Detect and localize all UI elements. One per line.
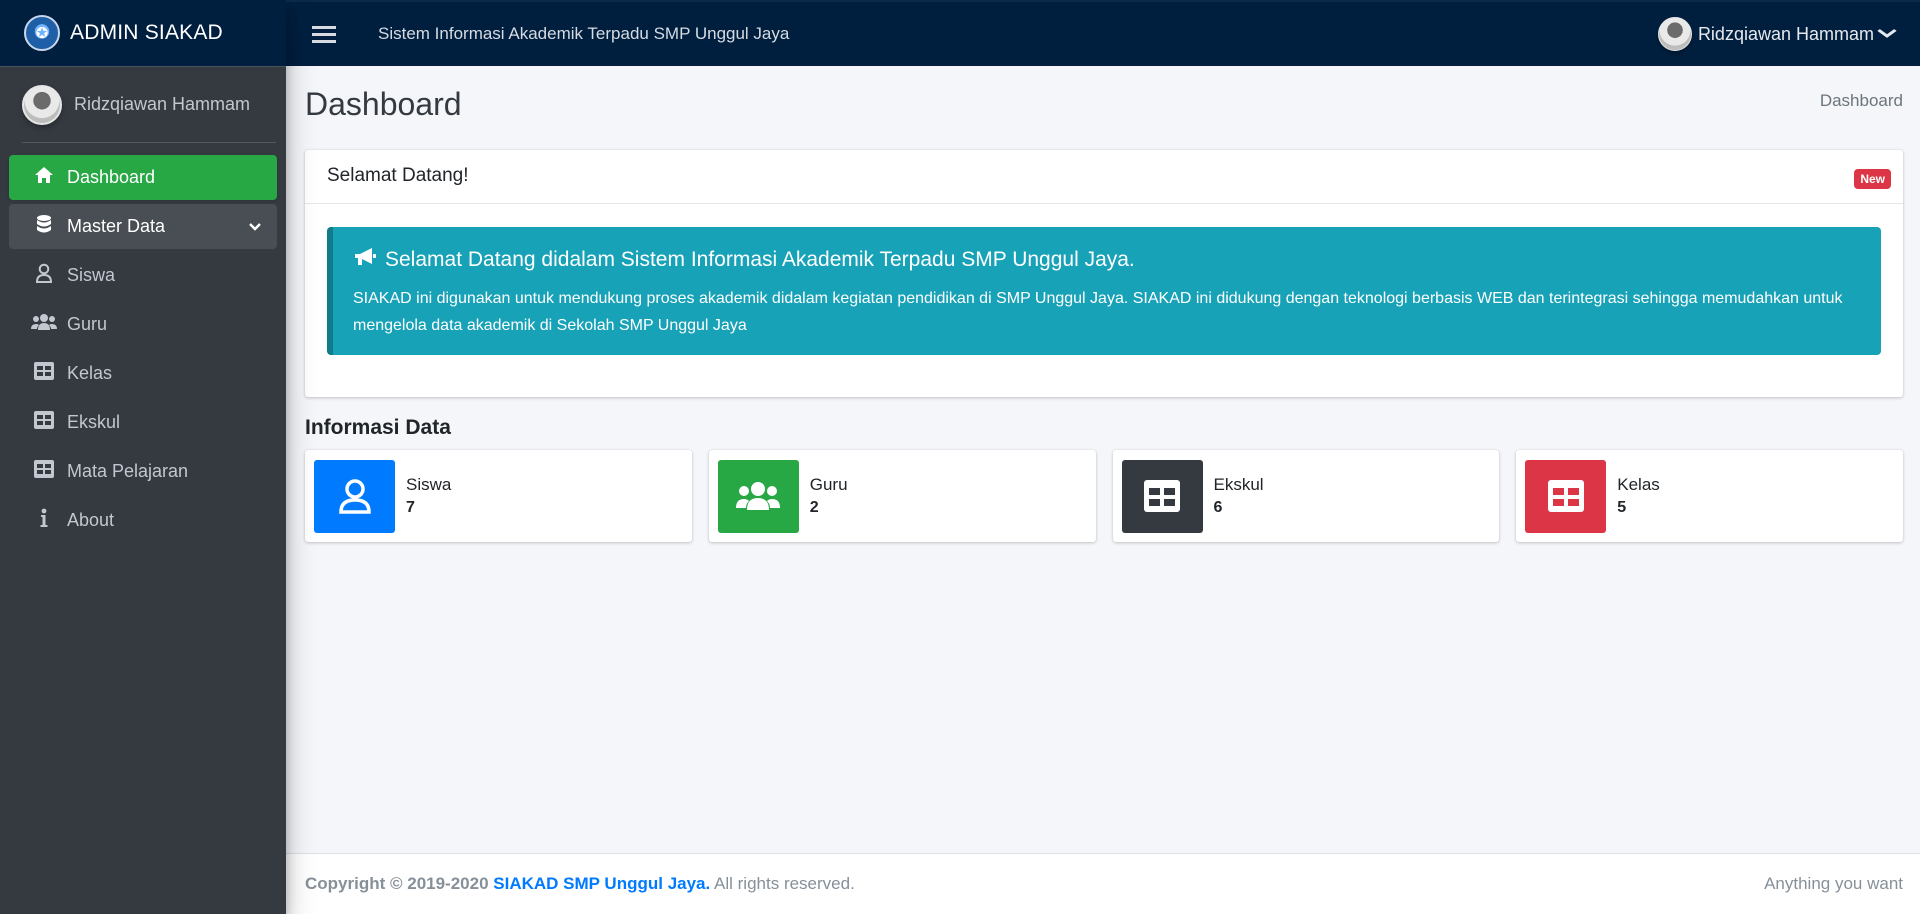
info-box-label: Ekskul bbox=[1213, 475, 1264, 494]
brand-link[interactable]: ✪ ADMIN SIAKAD bbox=[0, 0, 286, 67]
user-icon bbox=[314, 459, 395, 533]
info-box-content: Kelas 5 bbox=[1617, 475, 1660, 517]
top-navbar: Sistem Informasi Akademik Terpadu SMP Un… bbox=[286, 0, 1920, 66]
welcome-card: Selamat Datang! New Selamat Datang didal… bbox=[305, 150, 1903, 397]
callout-heading: Selamat Datang didalam Sistem Informasi … bbox=[385, 248, 1135, 271]
topbar-user-name: Ridzqiawan Hammam bbox=[1697, 23, 1874, 44]
welcome-callout: Selamat Datang didalam Sistem Informasi … bbox=[327, 227, 1881, 355]
info-box-content: Guru 2 bbox=[810, 475, 848, 517]
chevron-down-icon bbox=[249, 218, 261, 236]
table-icon bbox=[1121, 459, 1203, 533]
sidebar-item-about[interactable]: About bbox=[9, 498, 277, 543]
table-icon bbox=[31, 361, 57, 386]
app-title: Sistem Informasi Akademik Terpadu SMP Un… bbox=[378, 24, 790, 43]
sidebar-item-label: Siswa bbox=[67, 265, 116, 285]
info-box-content: Siswa 7 bbox=[406, 475, 451, 517]
table-icon bbox=[31, 410, 57, 435]
info-box-label: Siswa bbox=[406, 475, 452, 494]
sidebar-item-mata-pelajaran[interactable]: Mata Pelajaran bbox=[9, 449, 277, 494]
main-footer: Copyright © 2019-2020 SIAKAD SMP Unggul … bbox=[286, 853, 1920, 914]
users-icon bbox=[31, 313, 57, 337]
footer-copyright-text: Copyright © 2019-2020 bbox=[305, 874, 489, 893]
avatar bbox=[1657, 17, 1692, 51]
info-section-title: Informasi Data bbox=[305, 416, 451, 439]
sidebar-item-label: Dashboard bbox=[67, 167, 156, 187]
sidebar-item-label: Mata Pelajaran bbox=[67, 461, 189, 481]
breadcrumb[interactable]: Dashboard bbox=[1820, 91, 1903, 111]
user-icon bbox=[31, 263, 57, 289]
sidebar-item-siswa[interactable]: Siswa bbox=[9, 253, 277, 298]
new-badge: New bbox=[1854, 169, 1891, 189]
brand-logo-icon: ✪ bbox=[24, 15, 60, 51]
callout-title: Selamat Datang didalam Sistem Informasi … bbox=[353, 247, 1861, 273]
sidebar-item-kelas[interactable]: Kelas bbox=[9, 351, 277, 396]
sidebar-item-label: About bbox=[67, 510, 115, 530]
menu-toggle-icon[interactable] bbox=[312, 22, 336, 47]
info-box-number: 2 bbox=[809, 499, 819, 516]
sidebar-item-guru[interactable]: Guru bbox=[9, 302, 277, 347]
footer-org-link[interactable]: SIAKAD SMP Unggul Jaya. bbox=[493, 874, 710, 893]
sidebar-nav: Dashboard Master Data Siswa Guru Kelas E… bbox=[0, 143, 286, 543]
sidebar-item-ekskul[interactable]: Ekskul bbox=[9, 400, 277, 445]
info-box-siswa[interactable]: Siswa 7 bbox=[305, 450, 692, 542]
sidebar-item-label: Master Data bbox=[67, 216, 166, 236]
info-box-kelas[interactable]: Kelas 5 bbox=[1516, 450, 1903, 542]
page-title: Dashboard bbox=[305, 86, 462, 122]
info-box-ekskul[interactable]: Ekskul 6 bbox=[1112, 450, 1500, 542]
avatar bbox=[22, 84, 62, 125]
sidebar-user-panel[interactable]: Ridzqiawan Hammam bbox=[22, 67, 276, 143]
card-header: Selamat Datang! New bbox=[305, 150, 1903, 204]
chevron-down-icon bbox=[1877, 25, 1897, 43]
sidebar-item-label: Guru bbox=[67, 314, 108, 334]
user-menu[interactable]: Ridzqiawan Hammam bbox=[1657, 17, 1897, 51]
sidebar-user-name: Ridzqiawan Hammam bbox=[74, 94, 251, 114]
sidebar: ✪ ADMIN SIAKAD Ridzqiawan Hammam Dashboa… bbox=[0, 0, 286, 914]
callout-text: SIAKAD ini digunakan untuk mendukung pro… bbox=[353, 290, 1843, 334]
info-icon bbox=[31, 508, 57, 534]
info-box-number: 5 bbox=[1617, 499, 1627, 516]
bullhorn-icon bbox=[353, 247, 377, 273]
footer-copyright: Copyright © 2019-2020 SIAKAD SMP Unggul … bbox=[305, 874, 855, 894]
sidebar-item-master-data[interactable]: Master Data bbox=[9, 204, 277, 249]
page-header: Dashboard Dashboard bbox=[286, 66, 1920, 150]
users-icon bbox=[717, 459, 799, 533]
footer-rights: All rights reserved. bbox=[714, 874, 855, 893]
table-icon bbox=[31, 459, 57, 484]
footer-right-text: Anything you want bbox=[1764, 874, 1903, 893]
info-box-content: Ekskul 6 bbox=[1214, 475, 1264, 517]
table-icon bbox=[1525, 459, 1607, 533]
sidebar-item-label: Ekskul bbox=[67, 412, 121, 432]
info-box-label: Guru bbox=[809, 475, 848, 494]
sidebar-item-dashboard[interactable]: Dashboard bbox=[9, 155, 277, 200]
info-boxes: Siswa 7 Guru 2 Ekskul 6 Kelas 5 bbox=[305, 450, 1903, 542]
content-wrapper: Dashboard Dashboard Selamat Datang! New … bbox=[286, 66, 1920, 853]
info-box-label: Kelas bbox=[1617, 475, 1660, 494]
info-box-number: 6 bbox=[1213, 499, 1223, 516]
sidebar-item-label: Kelas bbox=[67, 363, 113, 383]
info-box-number: 7 bbox=[406, 499, 415, 516]
info-box-guru[interactable]: Guru 2 bbox=[708, 450, 1096, 542]
database-icon bbox=[31, 214, 57, 240]
brand-name: ADMIN SIAKAD bbox=[70, 21, 223, 44]
card-title: Selamat Datang! bbox=[327, 165, 469, 186]
home-icon bbox=[31, 166, 57, 190]
